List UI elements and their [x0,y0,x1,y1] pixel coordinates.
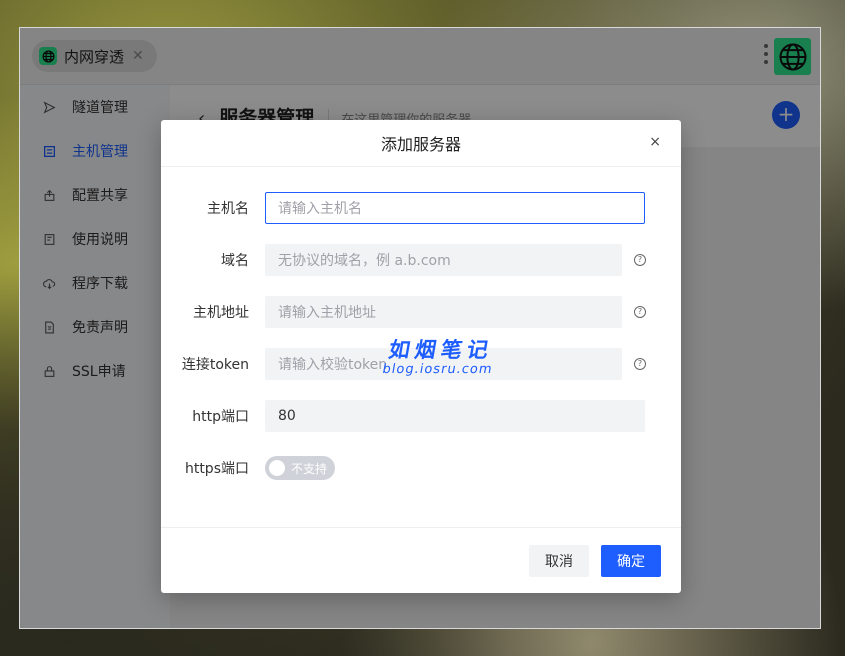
confirm-button[interactable]: 确定 [601,545,661,577]
form-row-hostname: 主机名 请输入主机名 [161,192,681,224]
domain-input[interactable]: 无协议的域名，例 a.b.com [265,244,622,276]
dialog-header: 添加服务器 × [161,120,681,167]
https-toggle[interactable]: 不支持 [265,456,335,480]
domain-label: 域名 [221,253,249,269]
watermark-title: 如烟笔记 [386,338,496,362]
app-window: 内网穿透 ✕ 隧道管理 主机管理 配置共享 使用说明 程序下载 免责声明 SSL… [19,27,821,629]
token-label: 连接token [181,357,249,373]
dialog-title: 添加服务器 [380,135,461,154]
http-port-input[interactable]: 80 [265,400,645,432]
toggle-text: 不支持 [291,461,328,476]
hostname-input[interactable]: 请输入主机名 [265,192,645,224]
host-address-label: 主机地址 [193,305,249,321]
form-row-http-port: http端口 80 [161,400,681,432]
help-icon[interactable]: ? [634,254,646,266]
http-port-label: http端口 [192,409,249,425]
form-row-https-port: https端口 不支持 [161,452,681,484]
https-port-label: https端口 [184,461,249,477]
dialog-footer: 取消 确定 [161,527,681,593]
hostname-label: 主机名 [207,201,249,217]
watermark: 如烟笔记 blog.iosru.com [361,334,519,377]
help-icon[interactable]: ? [634,306,646,318]
help-icon[interactable]: ? [634,358,646,370]
toggle-knob [269,460,285,476]
form-row-host-address: 主机地址 请输入主机地址 ? [161,296,681,328]
cancel-button[interactable]: 取消 [529,545,589,577]
close-icon[interactable]: × [649,134,661,150]
watermark-url: blog.iosru.com [381,362,494,377]
form-row-domain: 域名 无协议的域名，例 a.b.com ? [161,244,681,276]
host-address-input[interactable]: 请输入主机地址 [265,296,622,328]
